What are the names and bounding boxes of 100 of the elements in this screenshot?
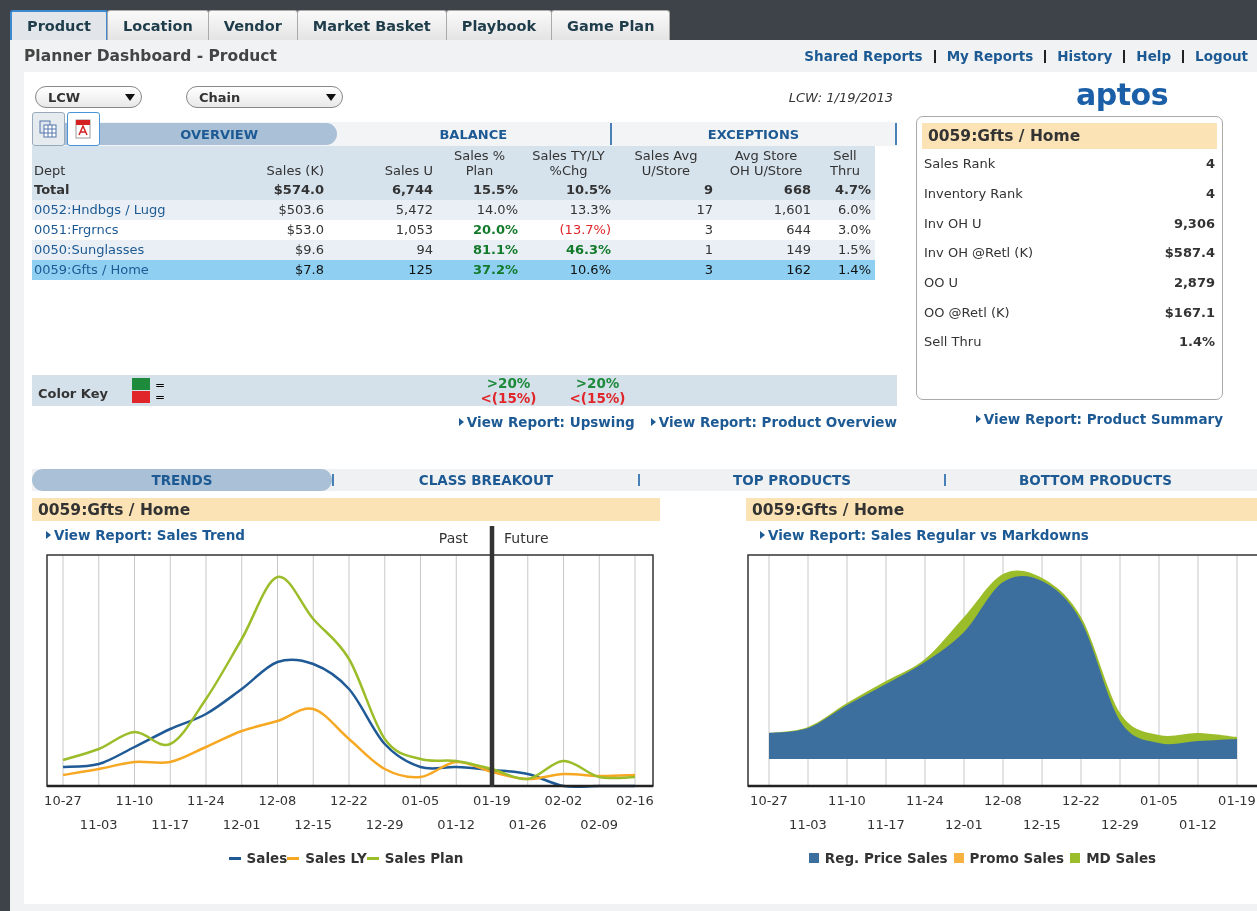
table-cell: 9 (703, 182, 713, 198)
axis-label: 12-29 (365, 817, 404, 832)
triangle-icon (46, 531, 51, 539)
period-dropdown[interactable]: LCW (35, 86, 142, 108)
summary-label: OO U (924, 275, 959, 291)
future-label: Future (504, 530, 549, 546)
header-link[interactable]: My Reports (933, 49, 1045, 63)
report-link[interactable]: View Report: Sales Trend (46, 527, 246, 543)
threshold-text: <(15%) (480, 390, 537, 406)
axis-label: 12-01 (222, 817, 261, 832)
location-dropdown[interactable]: Chain (186, 86, 343, 108)
summary-label: OO @Retl (K) (924, 304, 1010, 320)
legend-label: Reg. Price Sales (824, 850, 948, 866)
column-header: Sales U (328, 146, 437, 180)
header-link[interactable]: Logout (1182, 49, 1257, 63)
table-row[interactable]: 0052:Hndbgs / Lugg $503.6 5,472 14.0% 13.3% 17 1,601 6.0% (32, 200, 875, 220)
report-link[interactable]: View Report: Product Summary (975, 411, 1223, 427)
table-row[interactable]: 0051:Frgrncs $53.0 1,053 20.0% (13.7%) 3 644 3.0% (32, 220, 875, 240)
table-cell: 1.5% (837, 242, 871, 258)
axis-label: 12-08 (258, 793, 297, 808)
nav-tab[interactable]: Location (106, 10, 209, 40)
table-cell: 10.5% (565, 182, 611, 198)
summary-label: Inventory Rank (924, 186, 1023, 202)
caret-icon (326, 93, 336, 101)
axis-label: 12-22 (330, 793, 368, 808)
header-link[interactable]: History (1044, 49, 1124, 63)
axis-label: 02-09 (580, 817, 619, 832)
nav-tab[interactable]: Game Plan (551, 10, 671, 40)
table-cell: 20.0% (472, 222, 518, 238)
column-header: Avg Store OH U/Store (717, 146, 815, 180)
report-link[interactable]: View Report: Upswing (458, 414, 635, 430)
table-cell: 5,472 (395, 202, 433, 218)
pdf-export-button[interactable] (66, 112, 100, 146)
axis-label: 12-29 (1101, 817, 1139, 832)
summary-label: Inv OH U (924, 215, 982, 231)
nav-tab[interactable]: Market Basket (296, 10, 447, 40)
header-link[interactable]: Help (1123, 49, 1183, 63)
chart-tab[interactable]: BOTTOM PRODUCTS (944, 474, 1245, 486)
past-label: Past (438, 530, 468, 546)
chart-tab[interactable]: CLASS BREAKOUT (332, 474, 638, 486)
summary-value: 9,306 (1173, 215, 1215, 231)
table-cell: 81.1% (472, 242, 518, 258)
column-header: Sales % Plan (437, 146, 522, 180)
summary-value: 1.4% (1178, 334, 1215, 350)
axis-label: 10-27 (750, 793, 788, 808)
table-cell: 94 (416, 242, 433, 258)
table-row[interactable]: 0050:Sunglasses $9.6 94 81.1% 46.3% 1 149 1.5% (32, 240, 875, 260)
report-link[interactable]: View Report: Sales Regular vs Markdowns (760, 527, 1089, 543)
summary-value: $167.1 (1164, 304, 1215, 320)
dept-link[interactable]: 0050:Sunglasses (34, 242, 145, 258)
axis-label: 01-12 (1179, 817, 1217, 832)
table-cell: (13.7%) (559, 222, 611, 238)
summary-value: 4 (1205, 156, 1215, 172)
axis-label: 12-15 (1023, 817, 1061, 832)
table-cell: $503.6 (278, 202, 324, 218)
chart-tab[interactable]: TOP PRODUCTS (638, 474, 944, 486)
dept-link[interactable]: 0051:Frgrncs (34, 222, 119, 238)
table-cell: 6.0% (837, 202, 871, 218)
table-cell: 1,601 (773, 202, 811, 218)
excel-export-button[interactable] (32, 112, 65, 146)
chart-title: 0059:Gfts / Home (32, 498, 660, 521)
table-row[interactable]: 0059:Gfts / Home $7.8 125 37.2% 10.6% 3 162 1.4% (32, 260, 875, 280)
caret-icon (125, 93, 135, 101)
table-cell: 46.3% (565, 242, 611, 258)
table-cell: 17 (696, 202, 713, 218)
table-cell: 3.0% (837, 222, 871, 238)
date-label: LCW: 1/19/2013 (788, 89, 893, 105)
nav-tab[interactable]: Vendor (207, 10, 298, 40)
chart-tab[interactable]: TRENDS (32, 469, 332, 491)
table-cell: 3 (704, 262, 713, 278)
report-link[interactable]: View Report: Product Overview (650, 414, 897, 430)
summary-label: Inv OH @Retl (K) (924, 245, 1033, 261)
axis-label: 11-03 (789, 817, 827, 832)
summary-label: Sales Rank (924, 156, 996, 172)
table-cell: 15.5% (472, 182, 518, 198)
axis-label: 10-27 (44, 793, 82, 808)
table-cell: 125 (408, 262, 433, 278)
table-cell: 3 (704, 222, 713, 238)
axis-label: 01-19 (473, 793, 511, 808)
table-cell: 6,744 (391, 182, 433, 198)
triangle-icon (458, 418, 464, 426)
legend-label: Sales Plan (384, 850, 464, 866)
axis-label: 01-19 (1218, 793, 1256, 808)
legend-label: MD Sales (1086, 850, 1157, 866)
table-cell: $9.6 (295, 242, 324, 258)
header-link[interactable]: Shared Reports (793, 49, 934, 63)
dept-link[interactable]: 0052:Hndbgs / Lugg (34, 202, 166, 218)
axis-label: 11-17 (151, 817, 190, 832)
table-cell: 162 (786, 262, 811, 278)
column-header: Sales (K) (190, 146, 328, 180)
column-header: Dept (32, 146, 190, 180)
table-row[interactable]: Total $574.0 6,744 15.5% 10.5% 9 668 4.7% (32, 180, 875, 200)
axis-label: 01-12 (437, 817, 476, 832)
nav-tab[interactable]: Product (10, 10, 108, 40)
page-title: Planner Dashboard - Product (24, 47, 277, 65)
triangle-icon (975, 415, 981, 423)
nav-tab[interactable]: Playbook (445, 10, 553, 40)
legend-label: Sales (246, 850, 288, 866)
axis-label: 11-10 (828, 793, 866, 808)
axis-label: 12-15 (294, 817, 333, 832)
